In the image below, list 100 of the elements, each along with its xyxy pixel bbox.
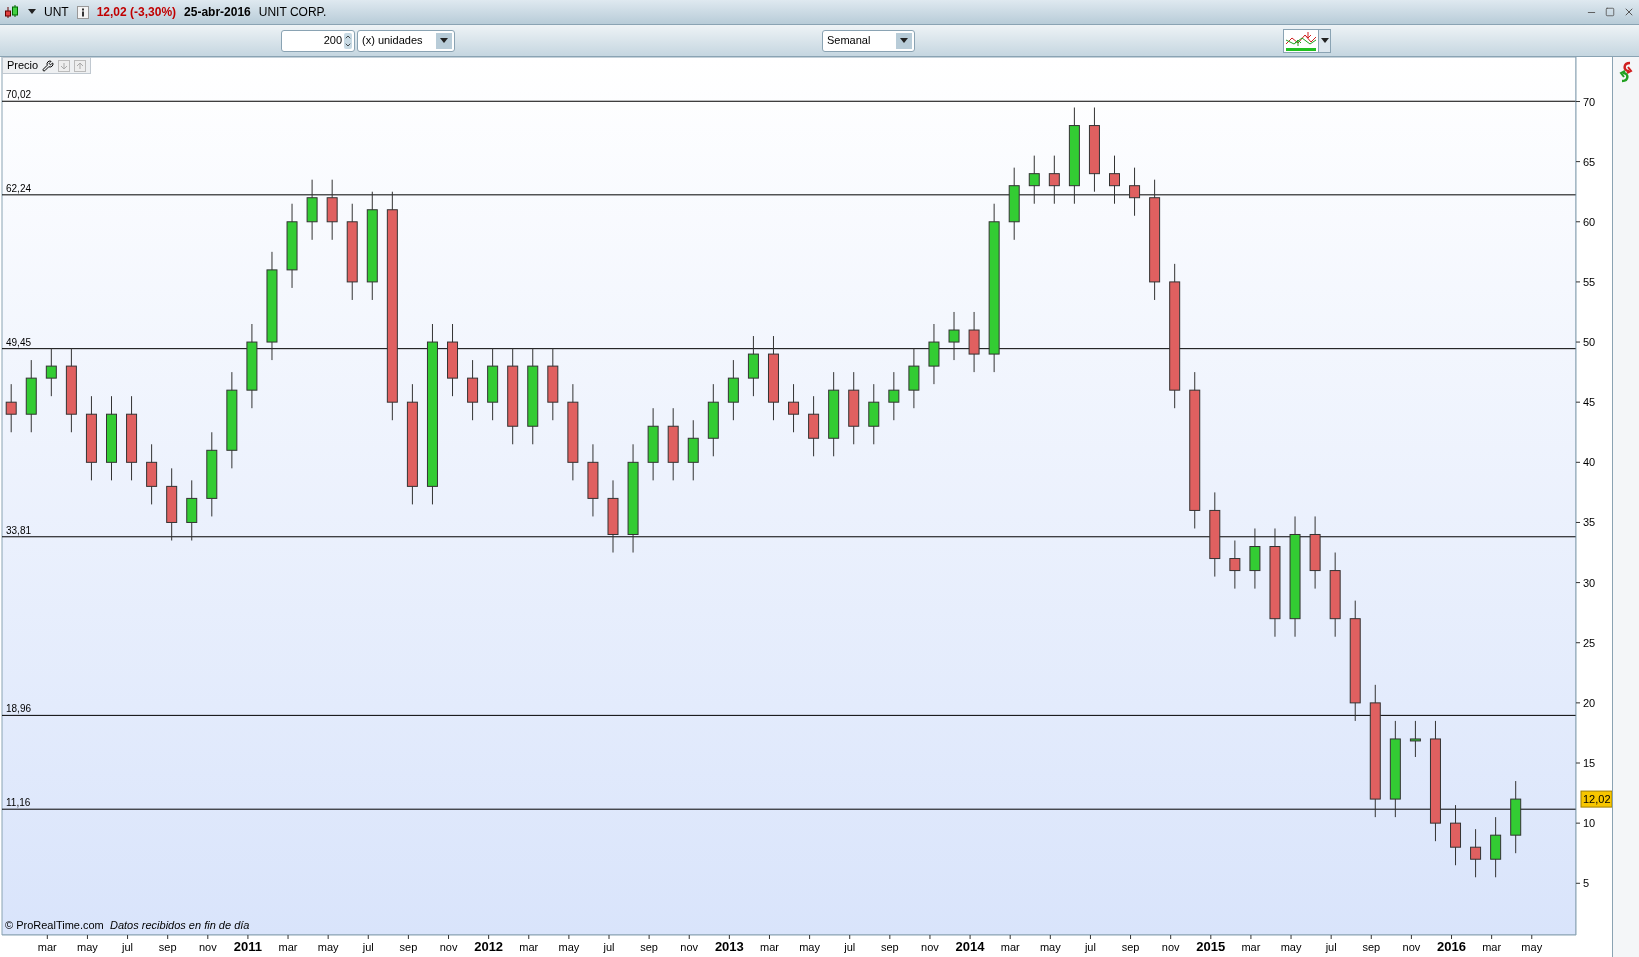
x-axis-label: jul <box>844 941 856 953</box>
x-axis-label: 2016 <box>1437 939 1466 954</box>
y-axis-label: 55 <box>1583 275 1596 288</box>
x-axis-label: nov <box>1402 941 1421 953</box>
candlestick <box>868 383 880 445</box>
y-axis-label: 40 <box>1583 456 1596 469</box>
candlestick <box>467 359 479 421</box>
candlestick <box>1249 527 1261 590</box>
x-axis-label: nov <box>1161 941 1180 953</box>
copyright-label: © ProRealTime.com <box>5 919 104 931</box>
x-axis-label: 2012 <box>474 939 504 954</box>
x-axis-label: may <box>1039 941 1061 953</box>
level-label: 62,24 <box>6 182 32 194</box>
maximize-icon[interactable] <box>1605 7 1615 17</box>
y-axis-label: 35 <box>1583 516 1596 529</box>
x-axis-label: may <box>558 941 580 953</box>
level-label: 33,81 <box>6 524 32 536</box>
candlestick <box>788 383 800 433</box>
candlestick <box>808 395 820 457</box>
x-axis-label: sep <box>399 941 418 953</box>
x-axis-label: nov <box>439 941 458 953</box>
candlestick <box>1229 540 1241 590</box>
x-axis-label: mar <box>278 941 298 953</box>
x-axis-label: sep <box>1362 941 1381 953</box>
units-dropdown[interactable]: (x) unidades <box>357 29 455 52</box>
candlestick <box>306 179 318 241</box>
y-axis-label: 30 <box>1583 576 1596 589</box>
x-axis-label: sep <box>158 941 177 953</box>
indicators-button[interactable] <box>1283 28 1331 53</box>
x-axis-label: may <box>799 941 820 953</box>
units-input[interactable]: 200 <box>281 29 355 52</box>
y-axis-label: 65 <box>1583 155 1596 168</box>
caret-icon <box>1320 38 1329 43</box>
x-axis-label: jul <box>362 941 374 953</box>
y-axis-label: 20 <box>1583 696 1596 709</box>
candlestick-icon <box>4 5 20 19</box>
x-axis-label: mar <box>1482 941 1502 953</box>
candlestick <box>1450 804 1461 866</box>
chart-tools-icon <box>1284 29 1318 52</box>
x-axis-label: may <box>77 941 98 953</box>
x-axis-label: mar <box>519 941 539 953</box>
candlestick <box>687 419 699 481</box>
x-axis-label: mar <box>1000 941 1020 953</box>
caret-icon[interactable] <box>28 9 36 15</box>
spinner-icon[interactable] <box>344 32 352 49</box>
candlestick <box>908 347 920 409</box>
candlestick <box>1490 816 1502 878</box>
data-note: Datos recibidos en fin de día <box>110 919 250 931</box>
y-axis-label: 70 <box>1583 95 1596 108</box>
y-axis-label: 15 <box>1583 757 1596 769</box>
price-marker: 12,02 <box>1580 790 1612 808</box>
y-axis-label: 5 <box>1583 877 1590 890</box>
period-dropdown[interactable]: Semanal <box>822 29 915 52</box>
candlestick <box>326 179 338 241</box>
x-axis-label: sep <box>1121 941 1140 953</box>
x-axis-label: jul <box>603 941 615 953</box>
y-axis-label: 10 <box>1583 817 1596 830</box>
symbol-label: UNT <box>44 4 69 21</box>
candlestick <box>948 311 960 361</box>
x-axis-label: may <box>1280 941 1302 953</box>
company-name: UNIT CORP. <box>258 4 327 21</box>
x-axis-label: mar <box>1241 941 1261 953</box>
x-axis-label: 2013 <box>714 939 744 954</box>
info-icon[interactable] <box>76 5 89 19</box>
level-label: 18,96 <box>6 703 32 715</box>
price-change: 12,02 (-3,30%) <box>96 4 177 21</box>
x-axis-label: nov <box>680 941 699 953</box>
y-axis-label: 25 <box>1583 636 1596 649</box>
x-axis-label: jul <box>1084 941 1096 953</box>
candlestick <box>146 443 158 505</box>
y-axis-label: 45 <box>1583 396 1596 409</box>
candlestick <box>1028 155 1040 205</box>
candlestick <box>5 383 17 433</box>
candlestick <box>747 335 759 397</box>
x-axis-label: mar <box>37 941 57 953</box>
x-axis-label: 2015 <box>1196 939 1226 954</box>
x-axis-label: 2014 <box>955 939 985 954</box>
x-axis-label: sep <box>640 941 658 953</box>
refresh-arrows-icon[interactable] <box>1618 61 1634 83</box>
candlestick <box>1048 155 1060 205</box>
level-label: 70,02 <box>6 89 32 101</box>
candlestick <box>1470 828 1482 878</box>
candlestick <box>1129 167 1141 217</box>
candlestick <box>968 311 980 373</box>
close-icon[interactable] <box>1623 6 1635 18</box>
x-axis-label: nov <box>921 941 939 953</box>
y-axis-label: 50 <box>1583 336 1596 349</box>
candlestick <box>727 359 739 421</box>
x-axis-label: jul <box>1325 941 1337 953</box>
candlestick <box>1409 720 1421 758</box>
x-axis-label: mar <box>760 941 779 953</box>
x-axis-label: sep <box>880 941 899 953</box>
x-axis-label: may <box>1521 941 1543 953</box>
settings-icon[interactable] <box>42 59 55 72</box>
panel-label: Precio <box>7 58 39 74</box>
candlestick <box>928 323 940 385</box>
candlestick <box>888 371 900 421</box>
candlestick <box>186 479 198 541</box>
x-axis-label: may <box>317 941 339 953</box>
date-label: 25-abr-2016 <box>184 4 251 21</box>
